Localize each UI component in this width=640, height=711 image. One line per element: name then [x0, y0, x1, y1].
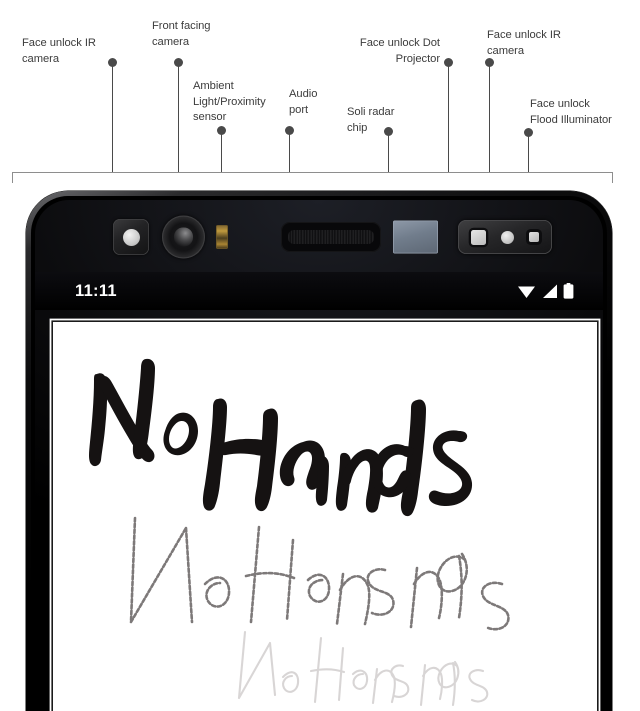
leader-line-ambient-light-proximity-sensor	[220, 134, 223, 172]
sensor-face-unlock-flood-illuminator	[529, 232, 540, 242]
leader-line-audio-port	[288, 134, 291, 172]
callout-label-front-facing-camera: Front facing camera	[152, 20, 211, 48]
sensor-face-unlock-dot-projector	[470, 229, 486, 245]
leader-line-face-unlock-ir-camera-left	[111, 66, 114, 172]
cell-signal-icon	[543, 284, 557, 298]
leader-line-face-unlock-flood-illuminator	[527, 136, 530, 172]
handwriting-ink-canvas[interactable]	[53, 322, 597, 711]
status-bar-clock: 11:11	[75, 281, 117, 300]
phone-bezel-front: 11:11	[35, 200, 603, 711]
ink-stroke-echo-2	[237, 630, 489, 707]
sensor-ambient-light-proximity	[216, 225, 228, 249]
battery-full-icon	[563, 283, 574, 299]
status-bar-icons	[517, 283, 574, 299]
callout-annotation-layer: Face unlock IR camera Front facing camer…	[0, 0, 640, 200]
sensor-front-facing-camera	[162, 215, 205, 259]
status-bar: 11:11	[35, 272, 603, 310]
callout-label-face-unlock-ir-camera-right: Face unlock IR camera	[487, 29, 561, 57]
leader-line-front-facing-camera	[177, 66, 180, 172]
speaker-mesh-icon	[288, 229, 374, 245]
callout-label-ambient-light-proximity-sensor: Ambient Light/Proximity sensor	[193, 80, 266, 123]
ink-stroke-primary	[89, 358, 473, 517]
leader-line-soli-radar-chip	[387, 135, 390, 172]
sensor-face-unlock-ir-camera-left	[113, 219, 149, 255]
ink-stroke-echo-1	[129, 516, 510, 631]
callout-label-face-unlock-flood-illuminator: Face unlock Flood Illuminator	[530, 98, 612, 126]
phone-device: 11:11	[26, 191, 612, 711]
leader-line-face-unlock-ir-camera-right	[488, 66, 491, 172]
app-canvas[interactable]	[53, 322, 597, 711]
sensor-span-bracket	[12, 172, 613, 183]
sensor-face-unlock-ir-camera-right	[500, 230, 514, 244]
wifi-icon	[518, 286, 535, 298]
sensor-soli-radar-chip	[393, 220, 438, 254]
callout-label-face-unlock-dot-projector: Face unlock Dot Projector	[359, 37, 440, 65]
leader-line-face-unlock-dot-projector	[447, 66, 450, 172]
front-sensor-strip	[35, 209, 603, 265]
callout-label-audio-port: Audio port	[289, 88, 318, 116]
callout-label-soli-radar-chip: Soli radar chip	[347, 106, 395, 134]
front-camera-aperture-icon	[174, 227, 193, 247]
sensor-audio-port	[281, 222, 381, 252]
ir-camera-lens-icon	[122, 228, 140, 246]
sensor-face-unlock-module	[458, 220, 552, 254]
